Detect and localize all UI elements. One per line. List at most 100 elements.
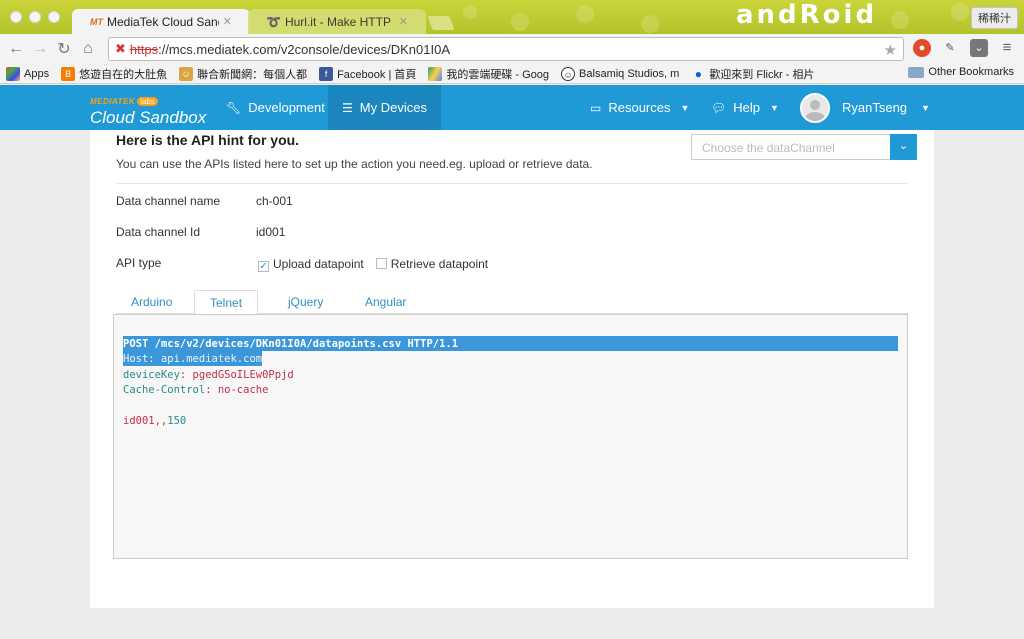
option-label: Retrieve datapoint <box>390 257 489 271</box>
tab-title: Hurl.it - Make HTTP reque <box>284 14 395 29</box>
select-placeholder: Choose the dataChannel <box>702 141 835 155</box>
back-icon[interactable]: ← <box>4 40 28 58</box>
brand-name: Cloud Sandbox <box>90 108 207 127</box>
nav-label: Help <box>733 100 760 115</box>
caret-down-icon: ▼ <box>769 102 779 113</box>
window-controls <box>10 11 60 23</box>
browser-toolbar: ← → ↻ ⌂ ✖ https ://mcs.mediatek.com/v2co… <box>0 34 1024 64</box>
code-line: Cache-Control: no-cache <box>123 384 268 396</box>
caret-down-icon: ▼ <box>680 102 690 113</box>
other-bookmarks[interactable]: Other Bookmarks <box>908 66 1014 78</box>
news-icon: ☺ <box>179 66 194 81</box>
code-value: 150 <box>167 415 187 427</box>
code-line: POST /mcs/v2/devices/DKn01I0A/datapoints… <box>123 338 458 350</box>
bookmark-facebook[interactable]: f Facebook | 首頁 <box>319 66 416 82</box>
profile-chip[interactable]: 稀稀汁 <box>971 7 1018 29</box>
nav-development[interactable]: 🔧︎ Development <box>212 85 339 130</box>
code-value: : api.mediatek.com <box>148 353 263 365</box>
code-value: : pgedGSoILEw0Ppjd <box>179 369 294 381</box>
code-value: /mcs/v2/devices/DKn01I0A/datapoints.csv … <box>148 338 459 350</box>
bookmark-blogger[interactable]: B 悠遊自在的大肚魚 <box>61 66 167 82</box>
tab-title: MediaTek Cloud Sandbox <box>107 14 219 29</box>
maximize-window-button[interactable] <box>48 11 60 23</box>
retrieve-datapoint-option[interactable]: Retrieve datapoint <box>375 257 489 272</box>
google-drive-icon <box>428 66 443 81</box>
channel-name-label: Data channel name <box>116 194 221 208</box>
bookmark-label: Apps <box>24 67 50 80</box>
nav-resources[interactable]: ▭ Resources ▼ <box>576 85 703 130</box>
mediatek-favicon: MT <box>90 16 103 27</box>
nav-label: My Devices <box>359 100 427 115</box>
user-name: RyanTseng <box>842 100 908 115</box>
insecure-lock-icon: ✖ <box>115 41 126 56</box>
facebook-icon: f <box>319 66 334 81</box>
brand-company: MEDIATEK <box>90 97 136 106</box>
close-tab-icon[interactable]: ✕ <box>399 15 408 28</box>
chevron-down-icon[interactable]: ⌄ <box>890 134 917 160</box>
minimize-window-button[interactable] <box>29 11 41 23</box>
tab-telnet[interactable]: Telnet <box>194 290 259 315</box>
code-line: deviceKey: pgedGSoILEw0Ppjd <box>123 369 294 381</box>
code-value: : no-cache <box>205 384 269 396</box>
bookmark-label: 聯合新聞網：每個人都 <box>197 68 308 81</box>
code-key: id001,, <box>123 415 168 427</box>
upload-datapoint-option[interactable]: ✓ Upload datapoint <box>258 257 364 272</box>
channel-id-label: Data channel Id <box>116 225 201 239</box>
bookmark-star-icon[interactable]: ★ <box>884 41 897 59</box>
evernote-icon[interactable]: ✎ <box>941 39 959 57</box>
api-type-options: ✓ Upload datapoint Retrieve datapoint <box>258 257 488 272</box>
tab-hurl[interactable]: ➰ Hurl.it - Make HTTP reque ✕ <box>248 9 426 34</box>
code-block[interactable]: POST /mcs/v2/devices/DKn01I0A/datapoints… <box>113 314 908 559</box>
new-tab-button[interactable] <box>427 16 455 30</box>
browser-tabstrip: MT MediaTek Cloud Sandbox ✕ ➰ Hurl.it - … <box>0 0 1024 34</box>
tab-arduino[interactable]: Arduino <box>116 290 187 315</box>
folder-icon <box>908 66 925 78</box>
close-window-button[interactable] <box>10 11 22 23</box>
extension-red-icon[interactable]: ● <box>913 39 931 57</box>
bookmark-flickr[interactable]: ● 歡迎來到 Flickr - 相片 <box>691 66 815 82</box>
close-tab-icon[interactable]: ✕ <box>223 15 232 28</box>
wrench-icon: 🔧︎ <box>226 100 242 115</box>
code-line: id001,,150 <box>123 415 186 427</box>
other-bookmarks-label: Other Bookmarks <box>928 66 1014 78</box>
bookmark-balsamiq[interactable]: ☺ Balsamiq Studios, m <box>561 66 680 81</box>
list-icon: ☰ <box>342 100 353 115</box>
address-bar[interactable]: ✖ https ://mcs.mediatek.com/v2console/de… <box>108 37 904 61</box>
tab-angular[interactable]: Angular <box>350 290 421 315</box>
bookmarks-bar: Apps B 悠遊自在的大肚魚 ☺ 聯合新聞網：每個人都 f Facebook … <box>0 64 1024 84</box>
bookmark-drive[interactable]: 我的雲端硬碟 - Goog <box>428 66 549 82</box>
url-text: ://mcs.mediatek.com/v2console/devices/DK… <box>158 41 451 57</box>
api-hint-panel: Here is the API hint for you. You can us… <box>90 130 934 608</box>
flickr-icon: ● <box>694 66 702 81</box>
tab-jquery[interactable]: jQuery <box>273 290 338 315</box>
datachannel-select[interactable]: Choose the dataChannel ⌄ <box>691 134 917 160</box>
api-type-label: API type <box>116 256 162 270</box>
nav-my-devices[interactable]: ☰ My Devices <box>328 85 441 130</box>
code-key: POST <box>123 338 149 350</box>
bookmark-label: Facebook | 首頁 <box>337 68 417 81</box>
home-icon[interactable]: ⌂ <box>76 40 100 58</box>
checkbox-checked-icon[interactable]: ✓ <box>258 261 269 272</box>
chat-icon: 💬︎ <box>711 100 727 115</box>
reload-icon[interactable]: ↻ <box>52 39 76 59</box>
nav-user-menu[interactable]: RyanTseng ▼ <box>786 85 944 130</box>
tab-mediatek[interactable]: MT MediaTek Cloud Sandbox ✕ <box>72 9 250 34</box>
bookmark-udn[interactable]: ☺ 聯合新聞網：每個人都 <box>179 66 307 82</box>
code-key: Host <box>123 353 149 365</box>
brand-logo[interactable]: MEDIATEK labs Cloud Sandbox <box>90 92 206 128</box>
code-key: deviceKey <box>123 369 180 381</box>
nav-help[interactable]: 💬︎ Help ▼ <box>697 85 793 130</box>
channel-name-value: ch-001 <box>256 194 293 208</box>
bookmark-label: Balsamiq Studios, m <box>579 67 680 80</box>
checkbox-icon[interactable] <box>375 258 387 269</box>
code-key: Cache-Control <box>123 384 206 396</box>
hint-title: Here is the API hint for you. <box>116 132 300 148</box>
app-navbar: MEDIATEK labs Cloud Sandbox 🔧︎ Developmen… <box>0 85 1024 130</box>
code-line: Host: api.mediatek.com <box>123 353 262 365</box>
url-scheme: https <box>129 41 159 57</box>
bookmark-apps[interactable]: Apps <box>6 66 50 81</box>
brand-labs: labs <box>137 97 158 106</box>
forward-icon[interactable]: → <box>28 40 52 58</box>
pocket-icon[interactable]: ⌄ <box>970 39 988 57</box>
menu-icon[interactable]: ≡ <box>998 39 1016 57</box>
